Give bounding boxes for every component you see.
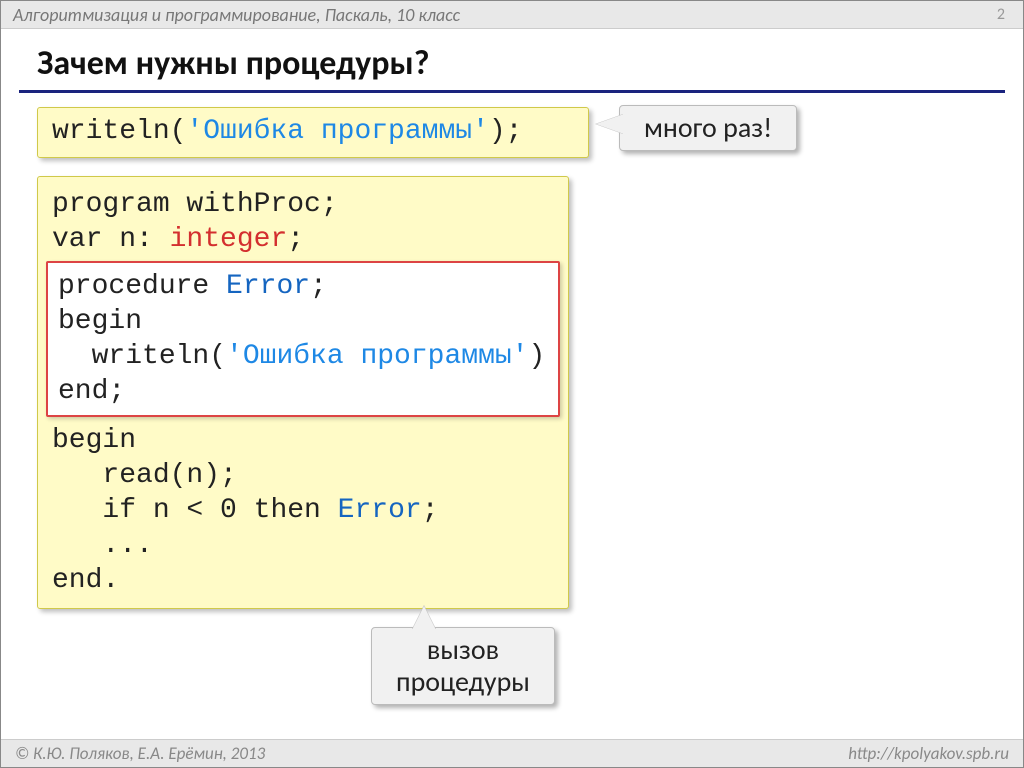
callout-tail-icon: [412, 606, 436, 630]
string-literal: 'Ошибка программы': [226, 341, 528, 372]
footer-copyright: © К.Ю. Поляков, Е.А. Ерёмин, 2013: [15, 743, 265, 764]
code-line: end.: [52, 565, 119, 596]
code-line: var n:: [52, 224, 170, 255]
callout-text: много раз!: [644, 110, 772, 145]
code-line: begin: [58, 306, 142, 337]
code-snippet-1: writeln('Ошибка программы');: [37, 107, 589, 158]
code-line: begin: [52, 425, 136, 456]
footer-bar: © К.Ю. Поляков, Е.А. Ерёмин, 2013 http:/…: [1, 739, 1023, 767]
code-text: writeln(: [52, 116, 186, 147]
procedure-highlight-box: procedure Error; begin writeln('Ошибка п…: [46, 261, 560, 417]
type-keyword: integer: [170, 224, 288, 255]
code-text: ;: [287, 224, 304, 255]
code-text: );: [489, 116, 523, 147]
code-text: if n <: [52, 495, 220, 526]
code-line: end;: [58, 376, 125, 407]
title-underline: [19, 90, 1005, 93]
callout-line-2: процедуры: [396, 664, 530, 699]
code-text: then: [237, 495, 338, 526]
code-text: writeln(: [58, 341, 226, 372]
code-text: procedure: [58, 271, 226, 302]
footer-url: http://kpolyakov.spb.ru: [848, 743, 1009, 764]
code-text: ): [528, 341, 545, 372]
content-area: writeln('Ошибка программы'); много раз! …: [1, 107, 1023, 609]
number-literal: 0: [220, 495, 237, 526]
slide: Алгоритмизация и программирование, Паска…: [0, 0, 1024, 768]
code-line: read(n);: [52, 460, 237, 491]
callout-proc-call: вызов процедуры: [371, 627, 555, 705]
callout-line-1: вызов: [427, 632, 499, 667]
page-number: 2: [997, 5, 1005, 24]
course-title: Алгоритмизация и программирование, Паска…: [13, 4, 460, 26]
code-text: ;: [310, 271, 327, 302]
code-line: program withProc;: [52, 189, 338, 220]
code-line: ...: [52, 530, 153, 561]
callout-tail-icon: [596, 114, 624, 134]
string-literal: 'Ошибка программы': [186, 116, 488, 147]
code-snippet-2: program withProc; var n: integer; proced…: [37, 176, 569, 609]
proc-name: Error: [226, 271, 310, 302]
proc-call: Error: [338, 495, 422, 526]
code-text: ;: [422, 495, 439, 526]
header-bar: Алгоритмизация и программирование, Паска…: [1, 1, 1023, 29]
callout-many-times: много раз!: [619, 105, 797, 151]
slide-title: Зачем нужны процедуры?: [37, 43, 1023, 84]
